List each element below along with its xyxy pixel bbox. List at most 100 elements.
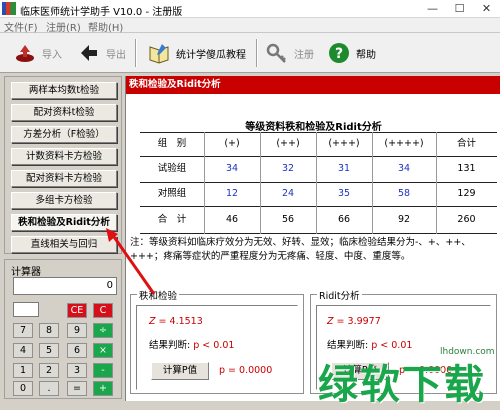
table-cell-total: 260 [457, 214, 476, 225]
svg-text:?: ? [335, 46, 343, 62]
calc-key-c[interactable]: C [93, 303, 113, 318]
menu-register[interactable]: 注册(R) [46, 19, 81, 34]
calc-key-2[interactable]: 2 [39, 363, 59, 378]
calc-key-5[interactable]: 5 [39, 343, 59, 358]
calc-key-7[interactable]: 7 [13, 323, 33, 338]
toolbar: 导入 导出 统计学傻瓜教程 注册 ? 帮助 [0, 33, 500, 73]
rank-z-label: Z [149, 316, 156, 327]
calc-key-4[interactable]: 4 [13, 343, 33, 358]
ridit-z-stat: Z = 3.9977 [327, 316, 381, 327]
window-title: 临床医师统计学助手 V10.0 - 注册版 [20, 7, 183, 18]
rank-z-value: = 4.1513 [158, 316, 203, 327]
help-icon: ? [329, 43, 349, 63]
table-row-label: 对照组 [157, 188, 187, 199]
main-content: 秩和检验及Ridit分析 等级资料秩和检验及Ridit分析 组 别 (+) (+… [125, 76, 500, 401]
table-header: 组 别 [157, 138, 187, 149]
table-cell-input[interactable]: 31 [316, 161, 372, 177]
table-rule [140, 132, 497, 133]
help-button[interactable]: ? 帮助 [328, 39, 376, 67]
table-cell-total: 131 [457, 163, 476, 174]
tutorial-button[interactable]: 统计学傻瓜教程 [148, 39, 246, 67]
export-icon [81, 45, 97, 61]
nav-multi-group-chi-square[interactable]: 多组卡方检验 [11, 192, 117, 209]
close-button[interactable]: ✕ [473, 0, 500, 18]
table-cell-input[interactable]: 35 [316, 186, 372, 202]
import-label: 导入 [42, 49, 62, 61]
calc-key-divide[interactable]: ÷ [93, 323, 113, 338]
nav-anova[interactable]: 方差分析（F检验） [11, 126, 117, 143]
table-cell-input[interactable]: 32 [260, 161, 316, 177]
table-cell-total: 56 [281, 214, 295, 225]
table-rule [140, 156, 497, 157]
report-title: 等级资料秩和检验及Ridit分析 [245, 122, 382, 133]
toolbar-separator [135, 39, 137, 67]
ridit-p-value: p = 0.0000 [399, 365, 453, 376]
table-row-label: 试验组 [157, 163, 187, 174]
rank-sum-inner: Z = 4.1513 结果判断: p < 0.01 计算P值 p = 0.000… [136, 305, 298, 390]
nav-two-sample-t-test[interactable]: 两样本均数t检验 [11, 82, 117, 99]
ridit-z-label: Z [327, 316, 334, 327]
register-button[interactable]: 注册 [266, 39, 314, 67]
calc-key-0[interactable]: 0 [13, 381, 33, 396]
annotation-arrow [106, 228, 156, 295]
table-note: 注：等级资料如临床疗效分为无效、好转、显效；临床检验结果分为-、+、++、+++… [130, 237, 471, 262]
ridit-label: Ridit分析 [317, 288, 362, 302]
import-button[interactable]: 导入 [14, 39, 62, 67]
rank-conclusion: 结果判断: p < 0.01 [149, 337, 234, 351]
data-table: 组 别 (+) (++) (+++) (++++) 合计 试验组 34 32 3… [140, 132, 497, 234]
rank-calc-p-button[interactable]: 计算P值 [151, 362, 209, 380]
rank-conclusion-label: 结果判断: [149, 340, 191, 351]
tutorial-label: 统计学傻瓜教程 [176, 49, 246, 61]
table-cell-input[interactable]: 24 [260, 186, 316, 202]
nav-paired-t-test[interactable]: 配对资料t检验 [11, 104, 117, 121]
maximize-button[interactable]: ☐ [446, 0, 473, 18]
calc-key-equals[interactable]: = [67, 381, 87, 396]
table-row-label: 合 计 [157, 214, 187, 225]
calc-key-dot[interactable]: . [39, 381, 59, 396]
minimize-button[interactable]: — [419, 0, 446, 18]
table-cell-input[interactable]: 12 [204, 186, 260, 202]
table-rule [140, 206, 497, 207]
calc-key-ce[interactable]: CE [67, 303, 87, 318]
calculator-title: 计算器 [11, 267, 41, 278]
ridit-p-text: p < 0.01 [371, 340, 413, 351]
rank-sum-result-group: 秩和检验 Z = 4.1513 结果判断: p < 0.01 计算P值 p = … [130, 288, 304, 394]
nav-paired-chi-square[interactable]: 配对资料卡方检验 [11, 170, 117, 187]
ridit-conclusion: 结果判断: p < 0.01 [327, 337, 412, 351]
rank-p-text: p < 0.01 [193, 340, 235, 351]
calc-key-3[interactable]: 3 [67, 363, 87, 378]
table-header: 合计 [456, 138, 476, 149]
table-cell-total: 46 [225, 214, 239, 225]
help-label: 帮助 [356, 49, 376, 61]
nav-rank-sum-ridit[interactable]: 秩和检验及Ridit分析 [11, 214, 117, 231]
menu-bar: 文件(F) 注册(R) 帮助(H) [0, 18, 500, 34]
nav-chi-square[interactable]: 计数资料卡方检验 [11, 148, 117, 165]
ridit-inner: Z = 3.9977 结果判断: p < 0.01 计算P值 p = 0.000… [316, 305, 491, 390]
calc-key-1[interactable]: 1 [13, 363, 33, 378]
menu-help[interactable]: 帮助(H) [88, 19, 123, 34]
calc-key-9[interactable]: 9 [67, 323, 87, 338]
nav-linear-regression[interactable]: 直线相关与回归 [11, 236, 117, 253]
calc-key-multiply[interactable]: × [93, 343, 113, 358]
toolbar-separator [256, 39, 258, 67]
ridit-calc-p-button[interactable]: 计算P值 [331, 362, 389, 380]
table-cell-input[interactable]: 58 [372, 186, 436, 202]
title-bar: 临床医师统计学助手 V10.0 - 注册版 — ☐ ✕ [0, 0, 500, 18]
ridit-conclusion-label: 结果判断: [327, 340, 369, 351]
table-cell-input[interactable]: 34 [372, 161, 436, 177]
rank-z-stat: Z = 4.1513 [149, 316, 203, 327]
key-icon [266, 43, 286, 63]
table-rule [140, 182, 497, 183]
export-button[interactable]: 导出 [78, 39, 126, 67]
table-header: (++++) [384, 138, 424, 149]
table-cell-total: 92 [397, 214, 411, 225]
menu-file[interactable]: 文件(F) [4, 19, 38, 34]
app-icon [2, 2, 16, 15]
calc-key-8[interactable]: 8 [39, 323, 59, 338]
table-cell-total: 66 [337, 214, 351, 225]
calc-key-minus[interactable]: - [93, 363, 113, 378]
table-cell-input[interactable]: 34 [204, 161, 260, 177]
calc-key-6[interactable]: 6 [67, 343, 87, 358]
calc-key-plus[interactable]: + [93, 381, 113, 396]
register-label: 注册 [294, 49, 314, 61]
